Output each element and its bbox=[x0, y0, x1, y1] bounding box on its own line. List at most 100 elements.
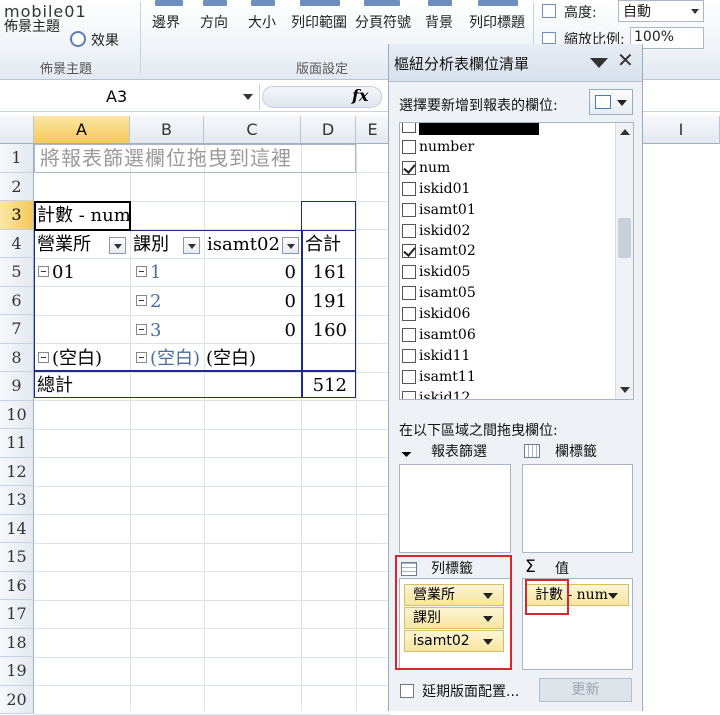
print-area-button[interactable]: 列印範圍 bbox=[291, 12, 347, 32]
field-checkbox[interactable] bbox=[402, 307, 416, 322]
orientation-button[interactable]: 方向 bbox=[200, 12, 228, 32]
field-item[interactable]: num bbox=[400, 158, 615, 179]
row-header-15[interactable]: 15 bbox=[0, 543, 34, 572]
grand-total-label[interactable]: 總計 bbox=[37, 372, 73, 400]
breaks-button[interactable]: 分頁符號 bbox=[355, 12, 411, 32]
row-header-13[interactable]: 13 bbox=[0, 486, 34, 515]
height-select[interactable]: 自動 bbox=[618, 0, 704, 22]
row-header-8[interactable]: 8 bbox=[0, 343, 34, 372]
background-button[interactable]: 背景 bbox=[425, 12, 453, 32]
column-header-a[interactable]: A bbox=[34, 116, 130, 144]
row-header-12[interactable]: 12 bbox=[0, 457, 34, 486]
row-header-18[interactable]: 18 bbox=[0, 628, 34, 657]
print-titles-button[interactable]: 列印標題 bbox=[469, 12, 525, 32]
column-header-d[interactable]: D bbox=[301, 116, 356, 144]
scroll-up-icon[interactable] bbox=[620, 129, 630, 135]
filter-dropdown-isamt02[interactable] bbox=[282, 237, 299, 254]
row-header-5[interactable]: 5 bbox=[0, 258, 34, 287]
table-cell[interactable]: 160 bbox=[301, 317, 347, 345]
scrollbar-thumb[interactable] bbox=[618, 218, 631, 258]
table-cell[interactable]: 01 bbox=[52, 259, 75, 287]
column-header-c[interactable]: C bbox=[204, 116, 301, 144]
filter-dropdown-section[interactable] bbox=[183, 237, 200, 254]
field-item[interactable]: iskid12 bbox=[400, 388, 615, 399]
field-checkbox[interactable] bbox=[402, 160, 416, 175]
table-cell[interactable]: (空白) bbox=[206, 345, 256, 373]
field-item[interactable]: number bbox=[400, 137, 615, 158]
table-cell[interactable]: 1 bbox=[150, 259, 161, 287]
field-item[interactable]: isamt05 bbox=[400, 283, 615, 304]
name-box[interactable]: A3 bbox=[0, 84, 260, 110]
collapse-icon[interactable] bbox=[136, 295, 147, 306]
update-button[interactable]: 更新 bbox=[539, 678, 632, 702]
field-item[interactable]: isamt06 bbox=[400, 325, 615, 346]
field-checkbox[interactable] bbox=[402, 348, 416, 363]
field-checkbox[interactable] bbox=[402, 223, 416, 238]
field-checkbox[interactable] bbox=[402, 181, 416, 196]
effect-button[interactable]: 效果 bbox=[91, 30, 119, 50]
row-header-14[interactable]: 14 bbox=[0, 514, 34, 543]
row-header-17[interactable]: 17 bbox=[0, 600, 34, 629]
field-item[interactable]: isamt01 bbox=[400, 200, 615, 221]
column-header-i[interactable]: I bbox=[643, 116, 720, 144]
row-header-1[interactable]: 1 bbox=[0, 144, 34, 173]
table-cell[interactable]: 191 bbox=[301, 288, 347, 316]
field-checkbox[interactable] bbox=[402, 139, 416, 154]
row-header-4[interactable]: 4 bbox=[0, 229, 34, 258]
close-icon[interactable]: ✕ bbox=[617, 48, 634, 72]
select-all-corner[interactable] bbox=[0, 116, 34, 144]
row-header-10[interactable]: 10 bbox=[0, 400, 34, 429]
collapse-icon[interactable] bbox=[38, 266, 49, 277]
table-cell[interactable]: 2 bbox=[150, 288, 161, 316]
field-checkbox[interactable] bbox=[402, 202, 416, 217]
field-item[interactable]: isamt11 bbox=[400, 367, 615, 388]
collapse-icon[interactable] bbox=[38, 352, 49, 363]
row-field-header-office[interactable]: 營業所 bbox=[37, 231, 91, 259]
size-button[interactable]: 大小 bbox=[248, 12, 276, 32]
margins-button[interactable]: 邊界 bbox=[152, 12, 180, 32]
column-labels-zone[interactable] bbox=[522, 464, 633, 553]
collapse-icon[interactable] bbox=[136, 266, 147, 277]
filter-dropdown-office[interactable] bbox=[109, 237, 126, 254]
table-cell[interactable]: 161 bbox=[301, 259, 347, 287]
layout-selector[interactable] bbox=[589, 89, 633, 115]
table-cell[interactable]: 0 bbox=[204, 288, 296, 316]
row-header-7[interactable]: 7 bbox=[0, 315, 34, 344]
table-cell[interactable]: 3 bbox=[150, 317, 161, 345]
column-header-e[interactable]: E bbox=[356, 116, 390, 144]
pivot-value-label[interactable]: 計數 - num bbox=[37, 202, 131, 230]
theme-button-label[interactable]: 佈景主題 bbox=[4, 16, 60, 36]
row-header-6[interactable]: 6 bbox=[0, 286, 34, 315]
collapse-icon[interactable] bbox=[136, 324, 147, 335]
scroll-down-icon[interactable] bbox=[620, 387, 630, 393]
chevron-down-icon[interactable] bbox=[608, 593, 618, 599]
row-field-header-isamt02[interactable]: isamt02 bbox=[207, 231, 280, 259]
report-filter-zone[interactable] bbox=[399, 464, 511, 553]
field-checkbox[interactable] bbox=[402, 369, 416, 384]
field-item[interactable]: iskid06 bbox=[400, 304, 615, 325]
field-checkbox[interactable] bbox=[402, 244, 416, 259]
table-cell[interactable]: 0 bbox=[204, 259, 296, 287]
row-header-3[interactable]: 3 bbox=[0, 201, 34, 230]
field-checkbox[interactable] bbox=[402, 390, 416, 399]
row-header-11[interactable]: 11 bbox=[0, 429, 34, 458]
field-checkbox[interactable] bbox=[402, 265, 416, 280]
row-header-20[interactable]: 20 bbox=[0, 685, 34, 714]
insert-function-icon[interactable]: fx bbox=[352, 86, 368, 105]
field-item[interactable]: isamt02 bbox=[400, 241, 615, 262]
row-header-9[interactable]: 9 bbox=[0, 372, 34, 401]
table-cell[interactable]: (空白) bbox=[150, 345, 200, 373]
column-header-b[interactable]: B bbox=[130, 116, 204, 144]
grand-total-header[interactable]: 合計 bbox=[305, 231, 341, 259]
field-item[interactable] bbox=[400, 123, 615, 137]
field-item[interactable]: iskid05 bbox=[400, 262, 615, 283]
collapse-icon[interactable] bbox=[136, 352, 147, 363]
chevron-down-icon[interactable] bbox=[243, 94, 253, 100]
grand-total-value[interactable]: 512 bbox=[301, 372, 347, 400]
field-list-scrollbar[interactable] bbox=[615, 123, 633, 399]
field-checkbox[interactable] bbox=[402, 286, 416, 301]
row-field-header-section[interactable]: 課別 bbox=[133, 231, 169, 259]
field-item[interactable]: iskid02 bbox=[400, 221, 615, 242]
pane-options-icon[interactable] bbox=[590, 58, 608, 68]
row-header-2[interactable]: 2 bbox=[0, 172, 34, 201]
